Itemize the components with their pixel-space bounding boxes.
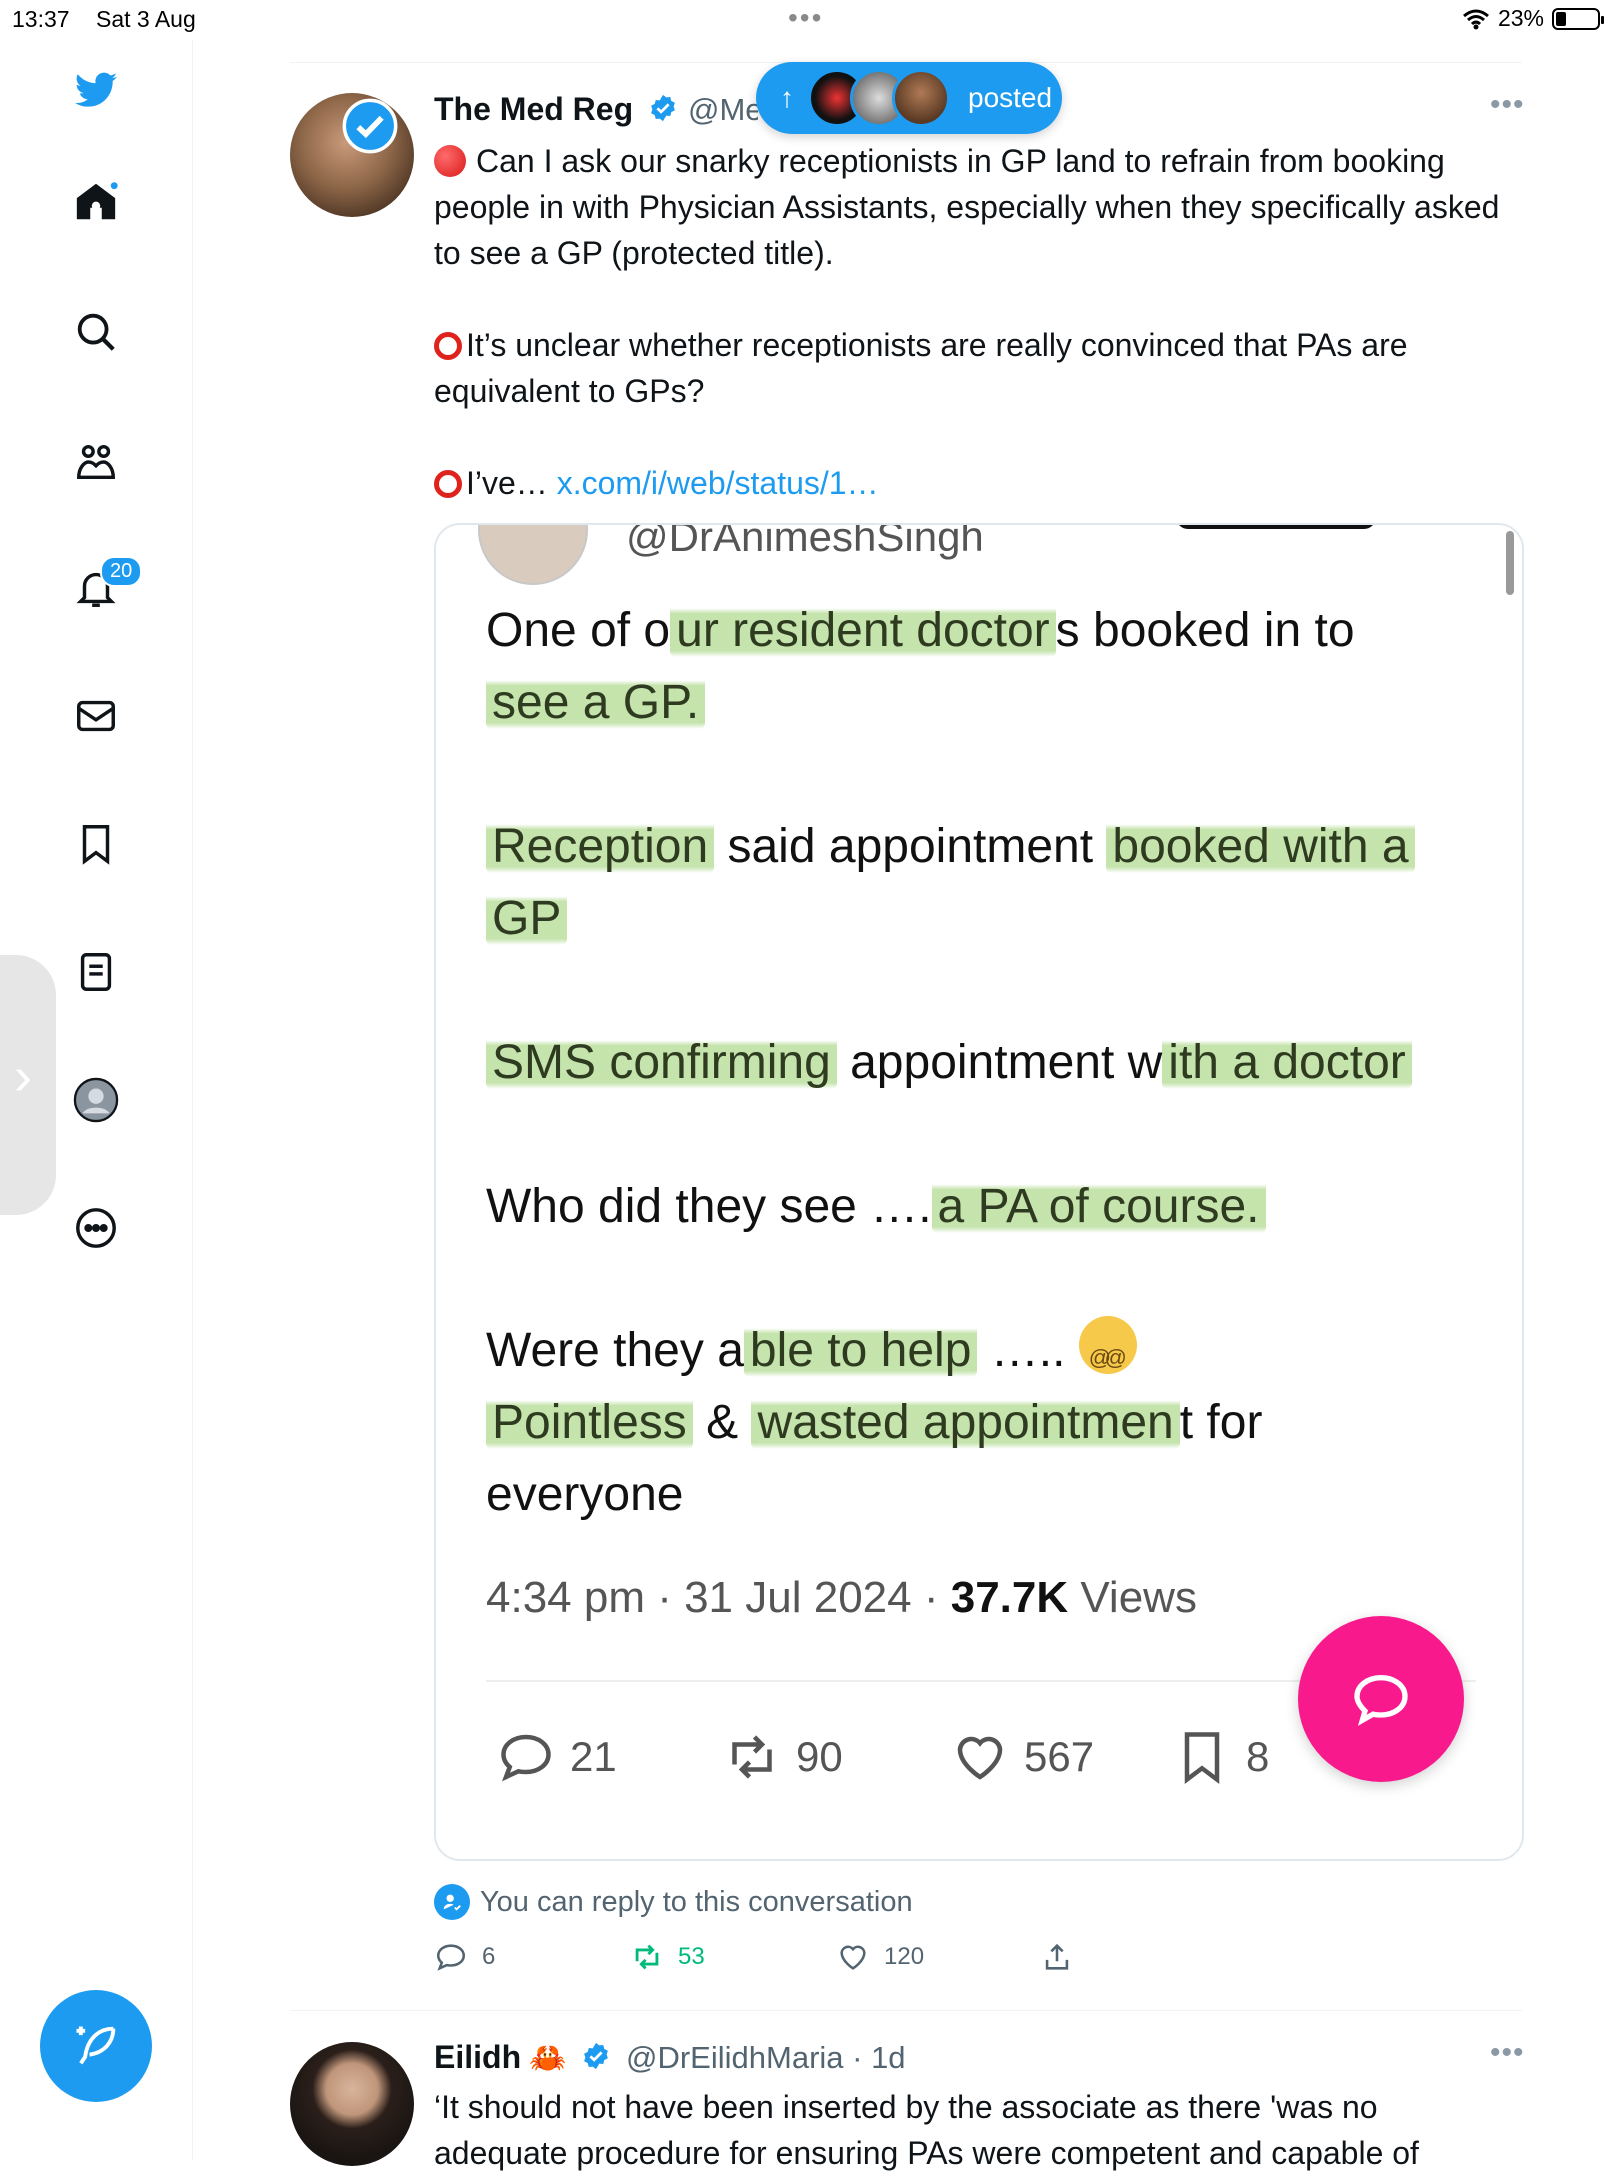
sidebar-divider [192, 40, 193, 2160]
battery-percent: 23% [1497, 5, 1544, 31]
quoted-handle: @DrAnimeshSingh [626, 523, 984, 560]
tweet-text: ‘It should not have been inserted by the… [434, 2089, 1419, 2171]
chat-fab-button[interactable] [1298, 1616, 1464, 1782]
arrow-up-icon: ↑ [780, 82, 794, 113]
posted-avatar [892, 69, 950, 127]
quoted-bookmarks-stat: 8 [1172, 1727, 1269, 1787]
highlight: see a GP. [486, 676, 706, 729]
highlight: ur resident doctor [670, 604, 1056, 657]
twitter-logo-icon[interactable] [66, 60, 126, 120]
red-circle-icon [434, 145, 466, 177]
author-name-text: The Med Reg [434, 91, 634, 127]
new-posts-pill[interactable]: ↑ posted [756, 62, 1062, 134]
crab-emoji-icon: 🦀 [529, 2042, 567, 2075]
quoted-tweet-text: One of o ur resident doctor s booked in to… [486, 595, 1506, 1531]
reply-icon [501, 1734, 551, 1782]
more-icon[interactable] [66, 1198, 126, 1258]
status-date: Sat 3 Aug [96, 6, 196, 32]
battery-icon [1552, 7, 1604, 30]
highlight: Reception [486, 820, 715, 873]
retweet-icon [635, 1944, 659, 1970]
posted-label: posted [968, 82, 1053, 113]
highlight: ith a doctor [1162, 1036, 1412, 1089]
highlight: a PA of course. [931, 1180, 1266, 1233]
highlight: SMS confirming [486, 1036, 837, 1089]
quoted-likes-stat: 567 [950, 1727, 1094, 1787]
hollow-red-circle-icon [434, 470, 462, 498]
dizzy-face-emoji-icon [1078, 1316, 1137, 1394]
quoted-follow-button [1176, 525, 1376, 529]
communities-icon[interactable] [66, 432, 126, 492]
quoted-replies-stat: 21 [496, 1727, 617, 1787]
chat-bubble-icon [1354, 1674, 1408, 1726]
sidebar-expand-handle[interactable]: › [0, 955, 56, 1215]
user-check-icon [434, 1884, 470, 1920]
quoted-avatar [478, 525, 588, 585]
reply-icon [436, 1944, 466, 1971]
reply-permission-note: You can reply to this conversation [434, 1884, 913, 1920]
messages-icon[interactable] [66, 686, 126, 746]
author-name[interactable]: The Med Reg [434, 90, 678, 128]
media-scrollbar [1506, 531, 1514, 595]
retweet-icon [732, 1735, 772, 1779]
highlight: ble to help [743, 1324, 978, 1377]
reply-note-text: You can reply to this conversation [480, 1885, 913, 1918]
status-time: 13:37 [12, 6, 70, 32]
heart-icon [840, 1945, 866, 1970]
notifications-badge: 20 [100, 556, 143, 587]
author-name[interactable]: Eilidh 🦀 [434, 2038, 611, 2076]
tweet-para: Can I ask our snarky receptionists in GP… [434, 143, 1500, 271]
verified-badge-icon [651, 94, 675, 122]
multitask-dots[interactable]: ••• [788, 2, 823, 34]
author-name-text: Eilidh [434, 2039, 522, 2075]
tweet-link[interactable]: x.com/i/web/status/1… [557, 465, 879, 501]
tweet-more-icon[interactable]: ••• [1490, 88, 1525, 122]
quoted-retweets-stat: 90 [722, 1727, 843, 1787]
verified-avatar-badge-icon [342, 98, 398, 154]
tweet-para: I’ve… [466, 465, 548, 501]
verified-badge-icon [584, 2042, 609, 2070]
share-button[interactable] [1040, 1940, 1074, 1974]
tweet-separator [290, 2010, 1522, 2011]
bookmark-icon [1184, 1732, 1220, 1784]
status-right: 23% [1462, 5, 1604, 32]
tweet-more-icon[interactable]: ••• [1490, 2036, 1525, 2070]
highlight: wasted appointmen [751, 1396, 1180, 1449]
highlight: GP [486, 892, 568, 945]
highlight: Pointless [486, 1396, 693, 1449]
tweet-text: Can I ask our snarky receptionists in GP… [434, 138, 1534, 506]
compose-tweet-button[interactable] [40, 1990, 152, 2102]
quoted-tweet-meta: 4:34 pm · 31 Jul 2024 · 37.7K Views [486, 1573, 1197, 1622]
home-icon[interactable] [66, 172, 126, 232]
lists-icon[interactable] [66, 942, 126, 1002]
avatar[interactable] [290, 2042, 414, 2166]
bookmarks-icon[interactable] [66, 814, 126, 874]
share-icon [1045, 1943, 1069, 1970]
tweet-para: It’s unclear whether receptionists are r… [434, 327, 1408, 409]
wifi-icon [1462, 9, 1489, 29]
profile-icon[interactable] [66, 1070, 126, 1130]
highlight: booked with a [1106, 820, 1415, 873]
compose-feather-icon [76, 2026, 116, 2065]
search-icon[interactable] [66, 302, 126, 362]
hollow-red-circle-icon [434, 332, 462, 360]
like-button[interactable]: 120 [836, 1940, 924, 1974]
reply-button[interactable]: 6 [434, 1940, 495, 1974]
author-handle[interactable]: @DrEilidhMaria · 1d [626, 2040, 906, 2076]
author-handle[interactable]: @Me [688, 92, 758, 128]
heart-icon [957, 1736, 1003, 1780]
retweet-button[interactable]: 53 [630, 1940, 705, 1974]
